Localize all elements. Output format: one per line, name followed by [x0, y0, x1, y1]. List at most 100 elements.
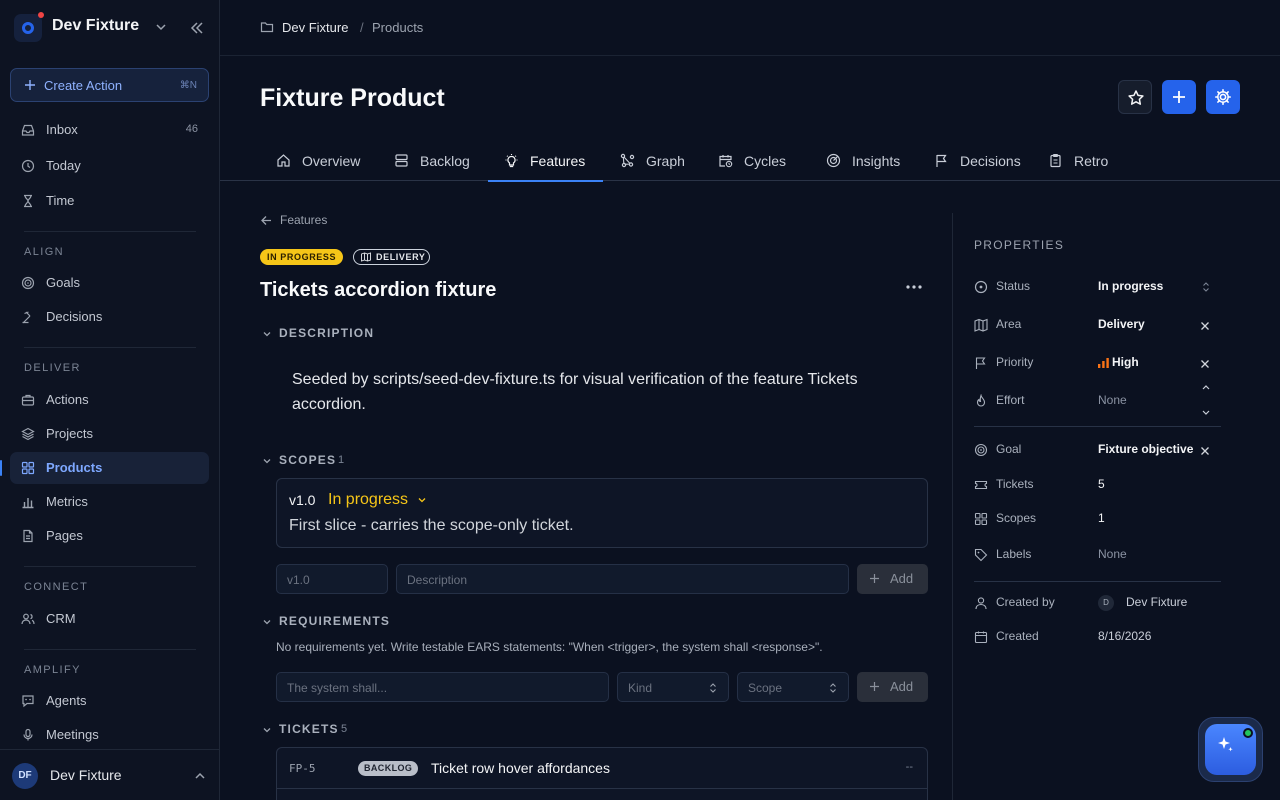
stack-icon	[395, 154, 408, 167]
property-label: Tickets	[996, 477, 1034, 491]
section-label-amplify: AMPLIFY	[24, 664, 81, 676]
section-label-align: ALIGN	[24, 246, 65, 258]
table-row[interactable]: FP-5 BACKLOG Ticket row hover affordance…	[277, 748, 927, 789]
scopes-section-toggle[interactable]: SCOPES 1	[260, 453, 380, 469]
workspace-name[interactable]: Dev Fixture	[52, 17, 139, 35]
requirement-statement-input[interactable]: The system shall...	[276, 672, 609, 702]
tab-label: Cycles	[744, 153, 787, 169]
grid-icon	[974, 512, 988, 526]
description-section-toggle[interactable]: DESCRIPTION	[260, 326, 400, 342]
property-goal[interactable]: Goal Fixture objective	[974, 440, 1221, 460]
tab-decisions[interactable]: Decisions	[918, 140, 1036, 181]
add-label: Add	[890, 679, 914, 694]
sidebar-item-label: Today	[46, 158, 81, 173]
sidebar-item-pages[interactable]: Pages	[10, 520, 209, 552]
tab-features[interactable]: Features	[488, 140, 603, 182]
close-icon[interactable]	[1200, 359, 1210, 369]
stepper-icon[interactable]	[1200, 383, 1212, 417]
property-label: Created	[996, 629, 1039, 643]
scope-version-input[interactable]: v1.0	[276, 564, 388, 594]
scope-description-input[interactable]: Description	[396, 564, 849, 594]
add-scope-button[interactable]: Add	[857, 564, 928, 594]
scope-status-dropdown[interactable]: In progress	[328, 491, 408, 509]
section-label-connect: CONNECT	[24, 581, 89, 593]
tab-cycles[interactable]: Cycles	[702, 140, 802, 181]
requirement-scope-select[interactable]: Scope	[737, 672, 849, 702]
chevron-down-icon[interactable]	[154, 20, 168, 34]
tab-retro[interactable]: Retro	[1032, 140, 1124, 181]
tickets-section-toggle[interactable]: TICKETS 5	[260, 722, 380, 738]
close-icon[interactable]	[1200, 446, 1210, 456]
requirements-section-toggle[interactable]: REQUIREMENTS	[260, 614, 420, 630]
property-label: Scopes	[996, 511, 1037, 525]
map-icon	[974, 318, 988, 332]
tab-backlog[interactable]: Backlog	[378, 140, 490, 181]
workspace-logo[interactable]	[14, 12, 44, 42]
back-to-features-link[interactable]: Features	[260, 213, 400, 229]
property-area[interactable]: Area Delivery	[974, 315, 1221, 335]
properties-panel: PROPERTIES Status In progress Area Deliv…	[952, 213, 1280, 800]
feature-description[interactable]: Seeded by scripts/seed-dev-fixture.ts fo…	[292, 367, 912, 417]
mic-icon	[23, 728, 33, 741]
collapse-sidebar-icon[interactable]	[189, 20, 205, 36]
property-effort[interactable]: Effort None	[974, 385, 1221, 415]
close-icon[interactable]	[1200, 321, 1210, 331]
property-priority[interactable]: Priority High	[974, 353, 1221, 373]
sidebar-item-metrics[interactable]: Metrics	[10, 486, 209, 518]
ticket-title: Ticket row hover affordances	[431, 760, 610, 776]
tab-insights[interactable]: Insights	[810, 140, 910, 181]
divider	[974, 426, 1221, 427]
tab-graph[interactable]: Graph	[604, 140, 700, 181]
sidebar-item-actions[interactable]: Actions	[10, 384, 209, 416]
property-created: Created 8/16/2026	[974, 627, 1221, 647]
area-badge: DELIVERY	[353, 249, 430, 265]
sidebar-item-time[interactable]: Time	[10, 185, 209, 217]
ticket-status-badge: BACKLOG	[358, 761, 419, 776]
chevron-down-icon[interactable]	[417, 495, 427, 505]
sidebar-item-meetings[interactable]: Meetings	[10, 719, 209, 751]
user-menu[interactable]: DF Dev Fixture	[0, 749, 219, 800]
graph-icon	[620, 153, 635, 168]
property-label: Labels	[996, 547, 1032, 561]
inbox-count: 46	[185, 123, 198, 135]
add-requirement-button[interactable]: Add	[857, 672, 928, 702]
flag-icon	[936, 154, 947, 167]
ticket-icon	[974, 480, 988, 490]
inbox-icon	[21, 124, 35, 136]
placeholder: Scope	[748, 681, 783, 695]
sidebar-item-decisions[interactable]: Decisions	[10, 301, 209, 333]
requirement-kind-select[interactable]: Kind	[617, 672, 729, 702]
sidebar-item-crm[interactable]: CRM	[10, 603, 209, 635]
tab-label: Insights	[852, 153, 901, 169]
sidebar-item-goals[interactable]: Goals	[10, 267, 209, 299]
sidebar-item-inbox[interactable]: Inbox 46	[10, 114, 209, 146]
arrow-left-icon	[261, 216, 271, 225]
sidebar-item-products[interactable]: Products	[0, 452, 209, 484]
property-value: 1	[1098, 511, 1105, 525]
ticket-assignee[interactable]: --	[906, 761, 913, 773]
sidebar-item-projects[interactable]: Projects	[10, 418, 209, 450]
workspace-header: Dev Fixture	[0, 0, 219, 56]
sidebar-item-label: Projects	[46, 426, 93, 441]
file-icon	[23, 529, 33, 543]
ai-assistant-button[interactable]	[1198, 717, 1263, 782]
add-button[interactable]	[1162, 80, 1196, 114]
chevron-down-icon	[263, 332, 271, 337]
sidebar-item-today[interactable]: Today	[10, 150, 209, 182]
create-action-button[interactable]: Create Action ⌘N	[10, 68, 209, 102]
property-label: Created by	[996, 595, 1055, 609]
property-status[interactable]: Status In progress	[974, 277, 1221, 297]
breadcrumb-workspace[interactable]: Dev Fixture	[282, 20, 348, 35]
property-created-by: Created by D Dev Fixture	[974, 593, 1221, 613]
more-options-icon[interactable]	[903, 279, 925, 295]
favorite-button[interactable]	[1118, 80, 1152, 114]
property-label: Effort	[996, 393, 1025, 407]
breadcrumb: Dev Fixture / Products	[220, 0, 1280, 56]
folder-icon	[260, 22, 274, 33]
divider	[974, 581, 1221, 582]
tab-overview[interactable]: Overview	[260, 140, 380, 181]
property-labels[interactable]: Labels None	[974, 545, 1221, 565]
ticket-key: FP-5	[289, 762, 316, 775]
sidebar-item-agents[interactable]: Agents	[10, 685, 209, 717]
settings-button[interactable]	[1206, 80, 1240, 114]
